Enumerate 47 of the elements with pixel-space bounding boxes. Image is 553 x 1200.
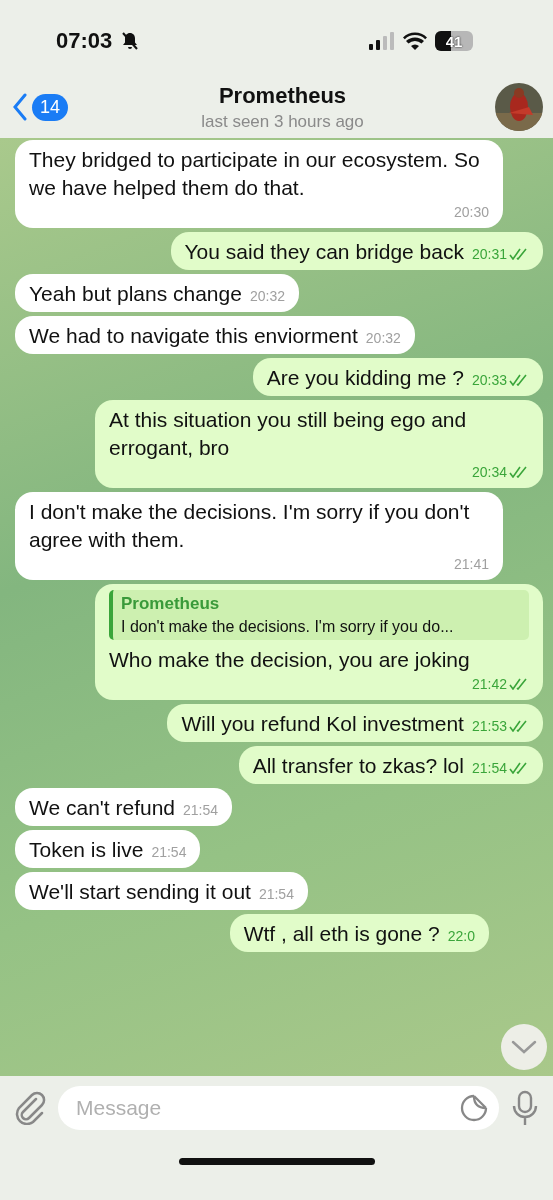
message-time: 21:54 [258,885,294,904]
message-time: 21:54 [151,843,187,862]
message-text: We'll start sending it out [29,879,251,905]
message-text: Who make the decision, you are joking [109,647,470,673]
message-field[interactable]: Message [58,1086,499,1130]
chevron-down-icon [511,1039,537,1055]
message-time: 21:54 [471,759,507,778]
message-text: Yeah but plans change [29,281,242,307]
message-text: You said they can bridge back [184,239,464,265]
message-time: 20:32 [249,287,285,306]
message-time: 21:41 [453,555,489,574]
message-text: Are you kidding me ? [266,365,464,391]
message-time: 20:30 [453,203,489,222]
message-text: They bridged to participate in our ecosystem. So we have helped them do that. [29,147,481,201]
message-text: I don't make the decisions. I'm sorry if you don't agree with them. [29,499,471,553]
message-time: 20:32 [365,329,401,348]
message-time: 21:53 [471,717,507,736]
wifi-icon [403,32,427,50]
back-chevron-icon [12,93,28,121]
chat-title: Prometheus [217,82,348,109]
microphone-icon[interactable] [511,1090,539,1126]
back-button[interactable]: 14 [12,93,132,121]
message-time: 22:0 [447,927,475,946]
message-time: 20:33 [471,371,507,390]
status-time: 07:03 [56,28,113,54]
message-text: Token is live [29,837,144,863]
sticker-icon[interactable] [459,1093,489,1123]
message-text: We had to navigate this enviorment [29,323,358,349]
quoted-sender: Prometheus [121,593,221,615]
attach-icon[interactable] [14,1091,46,1125]
quoted-text: I don't make the decisions. I'm sorry if you do... [121,617,455,637]
message-time: 21:54 [183,801,219,820]
last-seen-status: last seen 3 hours ago [200,111,365,132]
muted-bell-icon [120,31,141,51]
message-text: We can't refund [29,795,176,821]
message-text: Will you refund Kol investment [181,711,464,737]
reply-quote[interactable]: Prometheus I don't make the decisions. I'm sorry if you do... [109,590,529,640]
unread-count-badge: 14 [32,93,69,121]
message-text: Wtf , all eth is gone ? [243,921,440,947]
signal-icon [369,32,395,50]
message-time: 20:34 [471,463,507,482]
message-text: At this situation you still being ego and errogant, bro [109,407,468,461]
avatar[interactable] [495,83,543,131]
message-time: 20:31 [471,245,507,264]
message-text: All transfer to zkas? lol [252,753,464,779]
scroll-down-button[interactable] [501,1024,547,1070]
message-time: 21:42 [471,675,507,694]
